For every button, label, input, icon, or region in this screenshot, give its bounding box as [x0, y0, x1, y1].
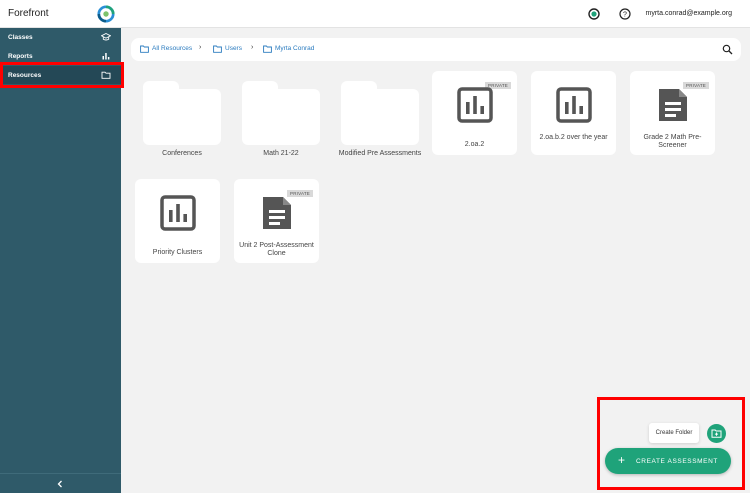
breadcrumb: All Resources › Users › Myrta Conrad [131, 38, 741, 61]
folder-plus-icon [711, 429, 722, 438]
create-folder-tooltip[interactable]: Create Folder [649, 423, 699, 443]
folder-icon [101, 71, 111, 79]
app-logo-icon[interactable] [97, 5, 115, 23]
svg-text:?: ? [623, 11, 627, 18]
report-chart-icon [160, 195, 196, 231]
breadcrumb-item-users[interactable]: Users [225, 45, 242, 52]
report-chart-icon [556, 87, 592, 123]
folder-icon [213, 45, 222, 53]
breadcrumb-item-all-resources[interactable]: All Resources [152, 45, 192, 52]
highlight-create-actions [597, 397, 745, 490]
user-email[interactable]: myrta.conrad@example.org [646, 10, 732, 17]
sidebar-divider [0, 473, 121, 474]
top-bar: Forefront ? myrta.conrad@example.org [0, 0, 750, 28]
sidebar-item-label: Reports [8, 52, 33, 60]
graduation-cap-icon [101, 32, 111, 41]
document-icon [263, 197, 291, 229]
assessment-name: 2.oa.2 [464, 141, 485, 148]
folder-body [143, 89, 221, 145]
sidebar-item-resources[interactable]: Resources [0, 66, 121, 84]
create-assessment-label: CREATE ASSESSMENT [636, 457, 718, 465]
status-icon[interactable] [588, 8, 600, 20]
folder-body [242, 89, 320, 145]
folder-icon [263, 45, 272, 53]
folder-card-modified-pre-assessments[interactable]: Modified Pre Assessments [339, 81, 421, 161]
assessment-name: Priority Clusters [152, 249, 203, 256]
report-chart-icon [457, 87, 493, 123]
folder-name: Conferences [162, 150, 202, 157]
assessment-card-2-oa-2[interactable]: PRIVATE 2.oa.2 [432, 71, 517, 155]
folder-icon [140, 45, 149, 53]
sidebar: Classes Reports Resources [0, 28, 121, 493]
create-folder-button[interactable] [707, 424, 726, 443]
assessment-card-2-oa-b-2-over-the-year[interactable]: 2.oa.b.2 over the year [531, 71, 616, 155]
folder-body [341, 89, 419, 145]
sidebar-item-classes[interactable]: Classes [0, 28, 121, 46]
breadcrumb-item-myrta-conrad[interactable]: Myrta Conrad [275, 45, 314, 52]
folder-name: Math 21-22 [263, 150, 299, 157]
folder-card-conferences[interactable]: Conferences [143, 81, 221, 161]
create-assessment-button[interactable]: + CREATE ASSESSMENT [605, 448, 731, 474]
document-icon [659, 89, 687, 121]
assessment-card-unit-2-post-assessment-clone[interactable]: PRIVATE Unit 2 Post-Assessment Clone [234, 179, 319, 263]
help-icon[interactable]: ? [619, 8, 631, 20]
assessment-card-grade-2-math-pre-screener[interactable]: PRIVATE Grade 2 Math Pre-Screener [630, 71, 715, 155]
chevron-left-icon[interactable] [54, 478, 66, 490]
bar-chart-icon [102, 53, 110, 60]
sidebar-item-label: Resources [8, 71, 42, 79]
plus-icon: + [618, 453, 626, 467]
breadcrumb-separator-icon: › [251, 44, 254, 51]
assessment-name: Grade 2 Math Pre-Screener [643, 134, 702, 149]
sidebar-item-label: Classes [8, 33, 33, 41]
search-icon[interactable] [722, 44, 733, 55]
assessment-card-priority-clusters[interactable]: Priority Clusters [135, 179, 220, 263]
app-brand: Forefront [8, 8, 49, 19]
assessment-name: 2.oa.b.2 over the year [539, 134, 608, 141]
folder-name: Modified Pre Assessments [338, 150, 422, 157]
assessment-name: Unit 2 Post-Assessment Clone [239, 242, 314, 257]
sidebar-item-reports[interactable]: Reports [0, 47, 121, 65]
breadcrumb-separator-icon: › [199, 44, 202, 51]
folder-card-math-21-22[interactable]: Math 21-22 [242, 81, 320, 161]
